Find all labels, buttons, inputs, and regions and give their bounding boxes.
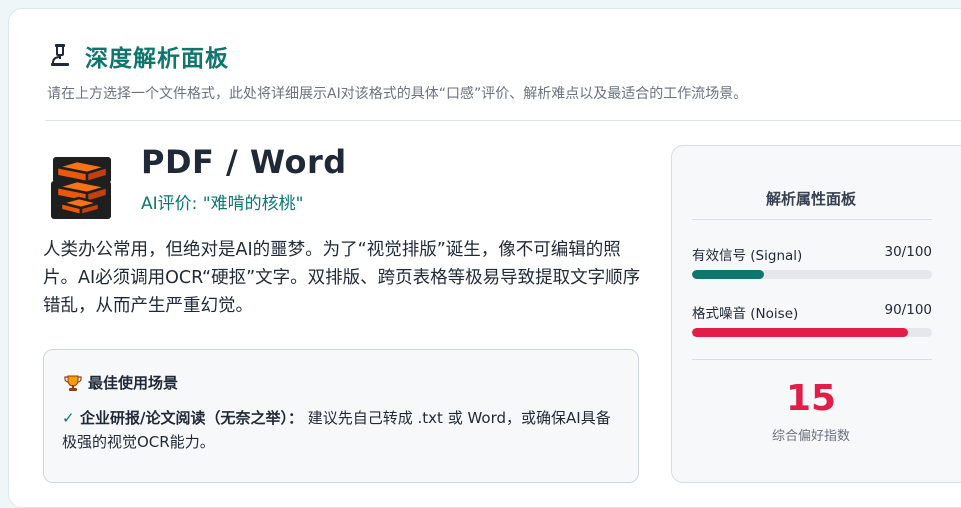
- format-description: 人类办公常用，但绝对是AI的噩梦。为了“视觉排版”诞生，像不可编辑的照片。AI必…: [43, 240, 641, 316]
- page-title: 深度解析面板: [85, 46, 229, 72]
- trophy-icon: [64, 375, 82, 391]
- format-evaluation: AI评价: "难啃的核桃": [141, 194, 304, 214]
- signal-value: 30/100: [884, 244, 933, 260]
- signal-metric: 有效信号 (Signal) 30/100: [692, 244, 932, 279]
- noise-bar-track: [692, 328, 932, 337]
- analysis-card: 深度解析面板 请在上方选择一个文件格式，此处将详细展示AI对该格式的具体“口感”…: [8, 8, 961, 508]
- scenario-title: 最佳使用场景: [88, 374, 179, 392]
- panel-top-divider: [692, 219, 932, 220]
- page-subtitle: 请在上方选择一个文件格式，此处将详细展示AI对该格式的具体“口感”评价、解析难点…: [47, 86, 748, 102]
- scenario-header: 最佳使用场景: [64, 372, 178, 393]
- panel-header: 深度解析面板: [47, 39, 229, 73]
- microscope-icon: [51, 44, 69, 66]
- scenario-item: ✓ 企业研报/论文阅读（无奈之举）： 建议先自己转成 .txt 或 Word，或确…: [62, 406, 618, 454]
- check-icon: ✓: [62, 409, 75, 427]
- noise-bar-fill: [692, 328, 908, 337]
- signal-bar-fill: [692, 270, 764, 279]
- best-scenario-box: 最佳使用场景 ✓ 企业研报/论文阅读（无奈之举）： 建议先自己转成 .txt 或 …: [43, 349, 639, 483]
- signal-bar-track: [692, 270, 932, 279]
- noise-metric: 格式噪音 (Noise) 90/100: [692, 302, 932, 337]
- preference-score-label: 综合偏好指数: [771, 429, 850, 444]
- header-divider: [45, 120, 961, 121]
- noise-label: 格式噪音 (Noise): [692, 306, 799, 322]
- signal-label: 有效信号 (Signal): [692, 248, 803, 264]
- panel-bottom-divider: [692, 359, 932, 360]
- attribute-panel: 解析属性面板 有效信号 (Signal) 30/100 格式噪音 (Noise)…: [671, 145, 961, 483]
- scenario-label: 企业研报/论文阅读（无奈之举）：: [80, 409, 303, 427]
- attribute-panel-title: 解析属性面板: [765, 190, 856, 208]
- preference-score: 15: [785, 378, 837, 419]
- format-name: PDF / Word: [141, 143, 347, 181]
- noise-value: 90/100: [884, 302, 933, 318]
- bricks-icon: [51, 157, 111, 219]
